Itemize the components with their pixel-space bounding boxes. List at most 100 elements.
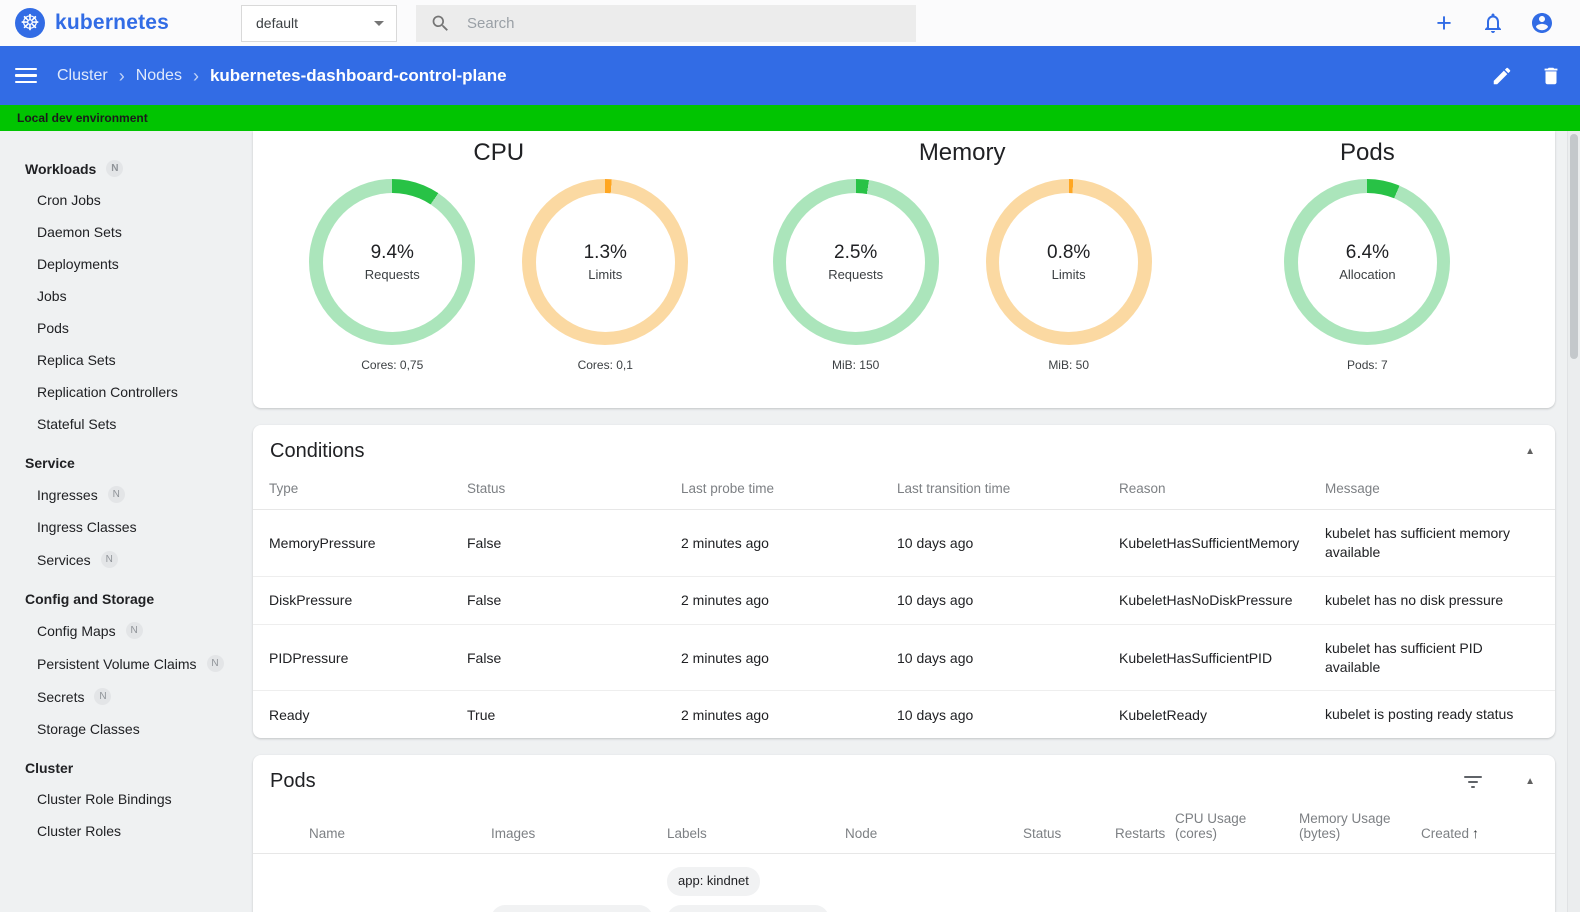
sidebar-section-config-storage: Config and Storage xyxy=(0,582,250,614)
scrollbar[interactable] xyxy=(1567,131,1580,912)
topbar-actions: + xyxy=(1432,10,1580,37)
sidebar-item-ingress-classes[interactable]: Ingress Classes xyxy=(0,511,250,543)
pod-label-chip: app: kindnet xyxy=(667,867,760,897)
sidebar-section-label: Workloads xyxy=(25,160,97,177)
donut-chart: 0.8% Limits xyxy=(985,179,1152,345)
sidebar-item-label: Deployments xyxy=(37,256,119,272)
sidebar-item-storage-classes[interactable]: Storage Classes xyxy=(0,713,250,745)
condition-probe-time: 2 minutes ago xyxy=(681,576,897,625)
sidebar-item-label: Persistent Volume Claims xyxy=(37,655,197,672)
sidebar-item-label: Pods xyxy=(37,320,69,336)
condition-reason: KubeletHasNoDiskPressure xyxy=(1119,576,1325,625)
kubernetes-logo[interactable]: ☸ kubernetes xyxy=(0,8,241,38)
sidebar-item-daemon-sets[interactable]: Daemon Sets xyxy=(0,216,250,248)
donut-chart: 9.4% Requests xyxy=(309,179,476,345)
column-header-restarts[interactable]: Restarts xyxy=(1115,803,1175,855)
account-circle-icon xyxy=(1532,13,1552,33)
conditions-title: Conditions xyxy=(270,440,365,462)
condition-status: False xyxy=(467,576,681,625)
environment-banner: Local dev environment xyxy=(0,105,1580,131)
sidebar-item-services[interactable]: Services N xyxy=(0,543,250,576)
user-account-button[interactable] xyxy=(1530,11,1554,35)
donut-percent: 6.4% xyxy=(1345,242,1390,263)
notifications-button[interactable] xyxy=(1481,11,1505,35)
allocation-charts-card: CPU 9.4% Requests Cores: 0,75 1.3% Limit… xyxy=(253,131,1555,408)
sidebar-item-label: Cluster Roles xyxy=(37,823,122,839)
column-header-node[interactable]: Node xyxy=(845,803,1023,855)
delete-button[interactable] xyxy=(1540,65,1562,87)
sidebar-item-cluster-role-bindings[interactable]: Cluster Role Bindings xyxy=(0,783,250,815)
edit-button[interactable] xyxy=(1491,65,1513,87)
sidebar-section-service: Service xyxy=(0,446,250,478)
pod-memory-usage: - xyxy=(1299,854,1421,912)
sidebar-item-pods[interactable]: Pods xyxy=(0,312,250,344)
memory-limits-donut: 0.8% Limits MiB: 50 xyxy=(985,179,1152,372)
namespaced-badge: N xyxy=(206,655,224,672)
pod-image-chip: docker.io/kindest/kindnetd:v20230511-dc7… xyxy=(491,905,653,912)
sidebar-item-label: Replica Sets xyxy=(37,352,116,368)
environment-banner-text: Local dev environment xyxy=(17,111,148,125)
sidebar-item-secrets[interactable]: Secrets N xyxy=(0,680,250,713)
donut-label: Limits xyxy=(588,267,623,282)
column-header-memory-usage[interactable]: Memory Usage (bytes) xyxy=(1299,803,1421,855)
sidebar-item-replication-controllers[interactable]: Replication Controllers xyxy=(0,376,250,408)
condition-transition-time: 10 days ago xyxy=(897,509,1119,577)
sidebar-item-config-maps[interactable]: Config Maps N xyxy=(0,614,250,647)
chart-group-title-pods: Pods xyxy=(1340,139,1395,166)
sidebar-item-cron-jobs[interactable]: Cron Jobs xyxy=(0,184,250,216)
column-header-images[interactable]: Images xyxy=(491,803,667,855)
breadcrumb-bar: Cluster › Nodes › kubernetes-dashboard-c… xyxy=(0,46,1580,105)
sidebar-item-cluster-roles[interactable]: Cluster Roles xyxy=(0,815,250,847)
sidebar-item-replica-sets[interactable]: Replica Sets xyxy=(0,344,250,376)
condition-reason: KubeletHasSufficientMemory xyxy=(1119,509,1325,577)
table-row: DiskPressure False 2 minutes ago 10 days… xyxy=(253,576,1555,625)
donut-footer: Cores: 0,1 xyxy=(577,358,633,372)
sidebar-item-label: Replication Controllers xyxy=(37,384,178,400)
donut-percent: 1.3% xyxy=(583,242,627,263)
condition-reason: KubeletReady xyxy=(1119,706,1207,723)
donut-footer: MiB: 50 xyxy=(1048,358,1089,372)
condition-status: True xyxy=(467,706,496,723)
search-input[interactable] xyxy=(467,14,902,32)
column-header-status[interactable]: Status xyxy=(1023,803,1115,855)
column-header-name[interactable]: Name xyxy=(309,803,491,855)
sidebar-item-stateful-sets[interactable]: Stateful Sets xyxy=(0,408,250,440)
collapse-pods-icon[interactable]: ▲ xyxy=(1525,776,1535,787)
sidebar-item-label: Cluster Role Bindings xyxy=(37,791,172,807)
pods-allocation-donut: 6.4% Allocation Pods: 7 xyxy=(1284,179,1451,372)
create-resource-button[interactable]: + xyxy=(1432,10,1456,37)
sidebar-item-deployments[interactable]: Deployments xyxy=(0,248,250,280)
condition-probe-time: 2 minutes ago xyxy=(681,706,769,723)
sidebar-section-workloads[interactable]: Workloads N xyxy=(0,151,250,184)
column-header-type: Type xyxy=(253,473,467,510)
scrollbar-thumb[interactable] xyxy=(1570,134,1578,359)
collapse-conditions-icon[interactable]: ▲ xyxy=(1525,446,1535,457)
sidebar-item-jobs[interactable]: Jobs xyxy=(0,280,250,312)
breadcrumb-nodes[interactable]: Nodes xyxy=(136,67,182,85)
namespace-select[interactable]: default xyxy=(241,4,397,42)
filter-icon[interactable] xyxy=(1463,775,1483,788)
pod-status: Running xyxy=(1023,854,1115,912)
condition-status: False xyxy=(467,624,681,692)
condition-message: kubelet has no disk pressure xyxy=(1325,576,1555,625)
sidebar-item-label: Cron Jobs xyxy=(37,192,101,208)
brand-name: kubernetes xyxy=(55,11,170,34)
pods-header-row: Name Images Labels Node Status Restarts … xyxy=(253,803,1555,855)
column-header-created[interactable]: Created ↑ xyxy=(1421,803,1519,855)
breadcrumb-cluster[interactable]: Cluster xyxy=(57,67,108,85)
sidebar-item-ingresses[interactable]: Ingresses N xyxy=(0,478,250,511)
column-header-status-dot xyxy=(253,803,309,855)
column-header-labels[interactable]: Labels xyxy=(667,803,845,855)
bell-icon xyxy=(1485,13,1501,33)
column-header-cpu-usage[interactable]: CPU Usage (cores) xyxy=(1175,803,1299,855)
page-title: kubernetes-dashboard-control-plane xyxy=(209,65,507,85)
sidebar-item-persistent-volume-claims[interactable]: Persistent Volume Claims N xyxy=(0,647,250,680)
namespaced-badge: N xyxy=(106,160,124,177)
donut-chart: 6.4% Allocation xyxy=(1284,179,1451,345)
pods-chart-group: Pods 6.4% Allocation Pods: 7 xyxy=(1180,136,1555,408)
memory-requests-donut: 2.5% Requests MiB: 150 xyxy=(772,179,939,372)
menu-button[interactable] xyxy=(15,67,37,84)
condition-status: False xyxy=(467,509,681,577)
search-box[interactable] xyxy=(416,4,916,42)
donut-footer: MiB: 150 xyxy=(831,358,880,372)
